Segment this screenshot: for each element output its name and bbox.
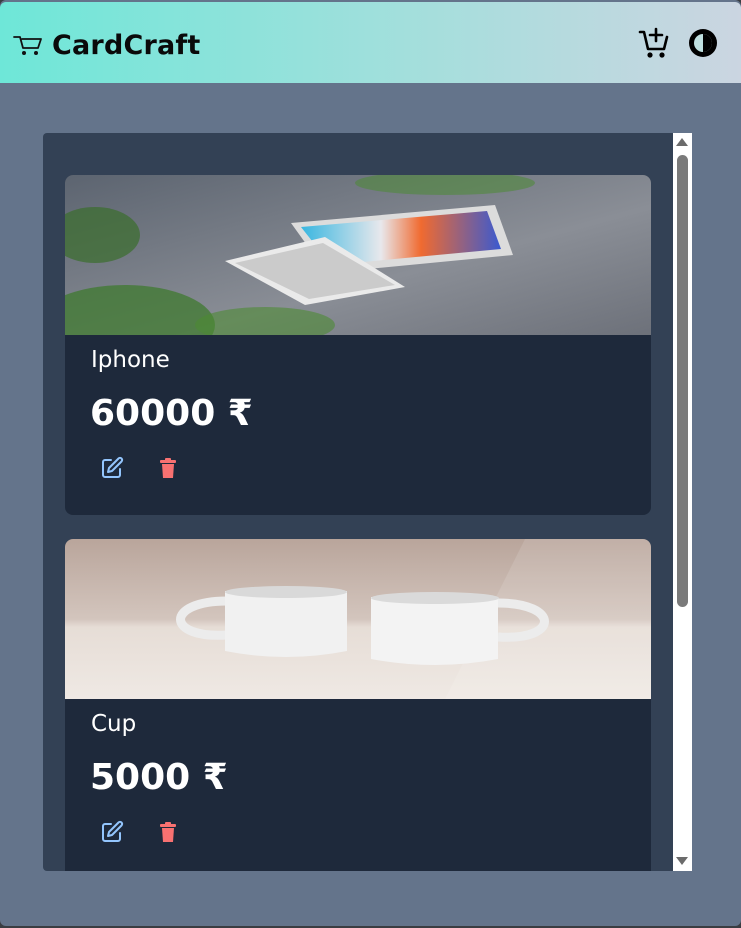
- delete-button[interactable]: [155, 819, 181, 845]
- edit-button[interactable]: [99, 455, 125, 481]
- product-card: Cup 5000 ₹: [65, 539, 651, 871]
- edit-icon: [102, 820, 124, 842]
- navbar: CardCraft: [0, 2, 741, 83]
- product-price: 60000 ₹: [90, 393, 253, 434]
- trash-icon: [160, 822, 176, 842]
- trash-icon: [160, 458, 176, 478]
- iphone-photo: [65, 175, 651, 335]
- cups-photo: [65, 539, 651, 699]
- edit-icon: [102, 456, 124, 478]
- theme-toggle-button[interactable]: [686, 26, 720, 60]
- scrollbar-thumb[interactable]: [677, 155, 688, 607]
- product-name: Iphone: [91, 347, 170, 373]
- brand[interactable]: CardCraft: [12, 28, 200, 62]
- add-to-cart-button[interactable]: [637, 26, 671, 60]
- product-name: Cup: [91, 711, 137, 737]
- add-to-cart-icon: [638, 27, 669, 58]
- card-actions: [99, 819, 181, 845]
- products-panel: Iphone 60000 ₹ Cup 5000 ₹: [43, 133, 692, 871]
- scroll-up-arrow-icon[interactable]: [676, 138, 688, 146]
- vertical-scrollbar[interactable]: [673, 133, 692, 871]
- product-card: Iphone 60000 ₹: [65, 175, 651, 515]
- edit-button[interactable]: [99, 819, 125, 845]
- theme-toggle-icon: [689, 29, 717, 57]
- cart-icon: [13, 36, 42, 55]
- app-title: CardCraft: [52, 29, 201, 61]
- product-price: 5000 ₹: [90, 757, 228, 798]
- card-actions: [99, 455, 181, 481]
- scroll-down-arrow-icon[interactable]: [676, 857, 688, 865]
- delete-button[interactable]: [155, 455, 181, 481]
- app-window: CardCraft Iphone 60000 ₹ Cup 5000 ₹: [0, 0, 741, 926]
